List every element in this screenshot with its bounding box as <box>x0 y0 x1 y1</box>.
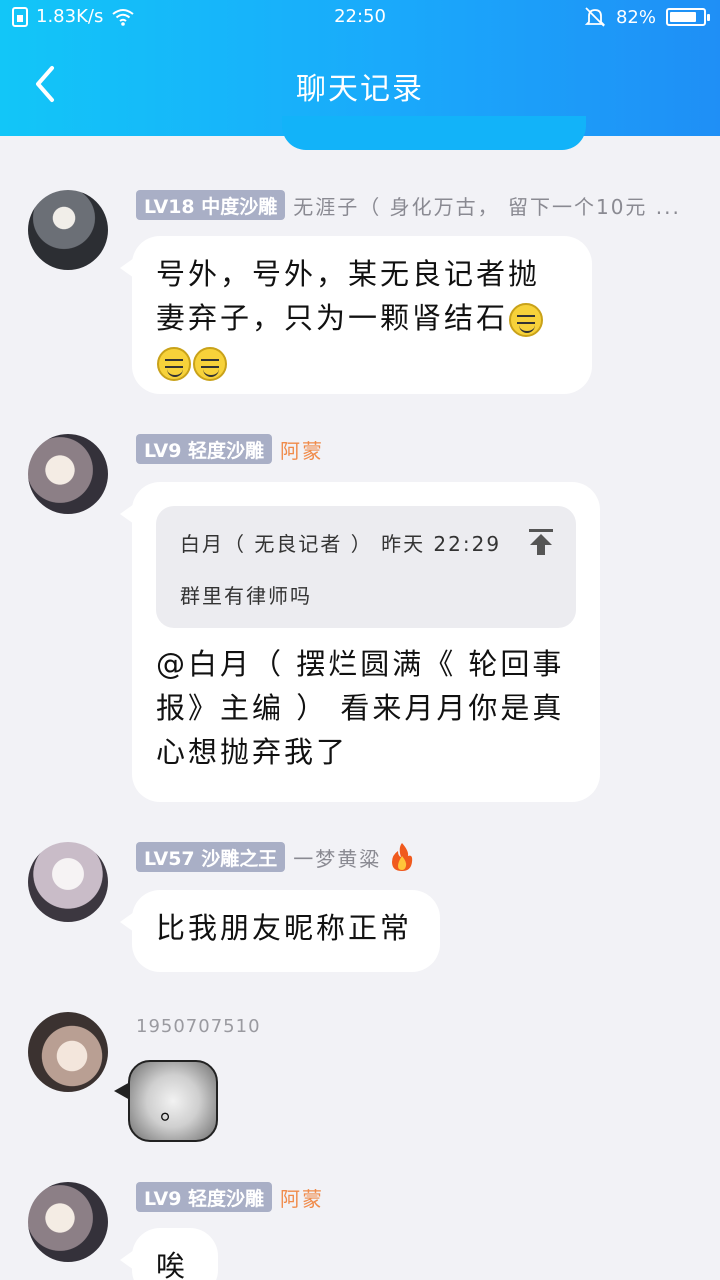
smirk-emoji-icon <box>509 303 544 337</box>
mute-bell-icon <box>584 7 606 27</box>
message-text: @白月（ 摆烂圆满《 轮回事 <box>156 647 565 681</box>
battery-percent: 82% <box>615 6 656 28</box>
level-badge: LV57 沙雕之王 <box>136 842 286 872</box>
avatar[interactable] <box>28 1182 108 1262</box>
fire-icon <box>392 843 413 871</box>
message-bubble[interactable]: 唉 <box>120 1228 218 1280</box>
message-text: 。 <box>159 1096 186 1126</box>
quoted-message[interactable]: 白月（ 无良记者 ） 昨天 22:29 群里有律师吗 <box>156 506 576 628</box>
scroll-indicator <box>282 116 586 150</box>
quote-body: 群里有律师吗 <box>180 584 312 608</box>
avatar[interactable] <box>28 434 108 514</box>
level-badge: LV18 中度沙雕 <box>136 190 286 220</box>
page-title: 聊天记录 <box>296 72 424 107</box>
message-text: 号外，号外，某无良记者抛 <box>156 257 541 291</box>
message-text: 唉 <box>156 1249 189 1280</box>
level-badge: LV9 轻度沙雕 <box>136 434 273 464</box>
message-bubble[interactable]: 。 <box>114 1060 218 1142</box>
avatar[interactable] <box>28 1012 108 1092</box>
sender-id[interactable]: 1950707510 <box>136 1016 261 1037</box>
smirk-emoji-icon <box>157 347 191 381</box>
message-text: 妻弃子，只为一颗肾结石 <box>156 301 509 335</box>
battery-icon <box>666 8 710 26</box>
status-bar: 1.83K/s 22:50 82% <box>0 0 720 36</box>
sender-name[interactable]: 无涯子（ 身化万古， 留下一个10元 ... <box>293 191 681 220</box>
jump-to-top-icon[interactable] <box>528 528 554 556</box>
message-text: 比我朋友昵称正常 <box>156 911 413 945</box>
level-badge: LV9 轻度沙雕 <box>136 1182 273 1212</box>
message-bubble[interactable]: 号外，号外，某无良记者抛 妻弃子，只为一颗肾结石 <box>120 236 592 394</box>
quote-header: 白月（ 无良记者 ） 昨天 22:29 <box>180 532 502 556</box>
sender-name[interactable]: 一梦黄粱 <box>293 843 381 872</box>
message-text: 心想抛弃我了 <box>156 735 349 769</box>
smirk-emoji-icon <box>193 347 227 381</box>
message-bubble[interactable]: 比我朋友昵称正常 <box>120 890 440 972</box>
message-text: 报》主编 ） 看来月月你是真 <box>156 691 565 725</box>
sender-name[interactable]: 阿蒙 <box>280 435 324 464</box>
avatar[interactable] <box>28 190 108 270</box>
sender-name[interactable]: 阿蒙 <box>280 1183 324 1212</box>
avatar[interactable] <box>28 842 108 922</box>
